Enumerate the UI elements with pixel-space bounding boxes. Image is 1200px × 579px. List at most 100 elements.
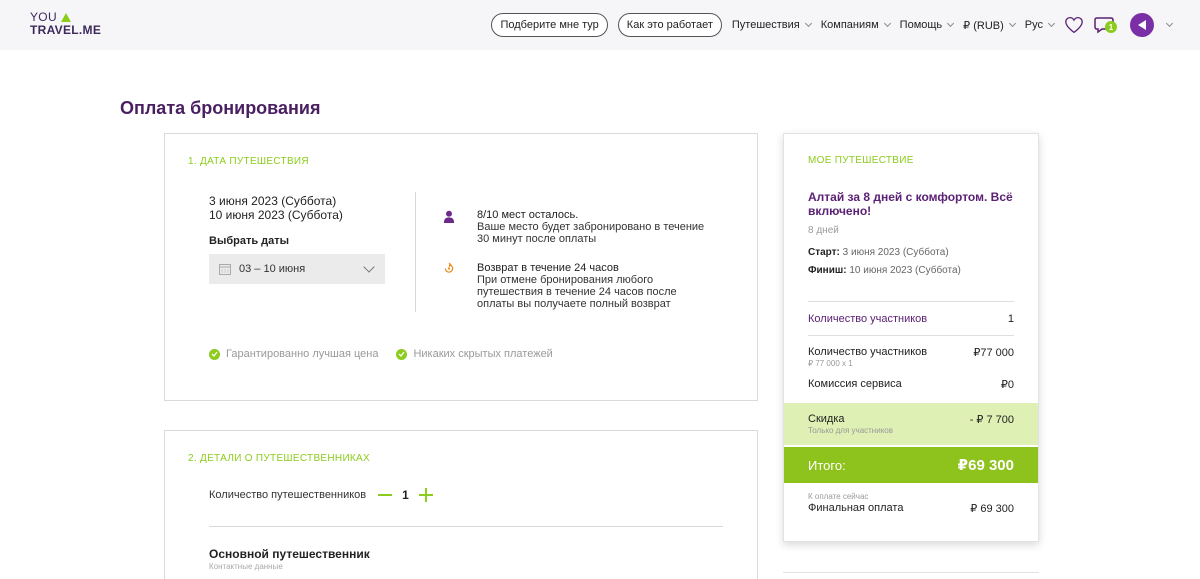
travelers-title: 2. ДЕТАЛИ О ПУТЕШЕСТВЕННИКАХ <box>188 453 370 464</box>
heart-icon[interactable] <box>1064 16 1084 34</box>
page-title: Оплата бронирования <box>120 98 321 118</box>
trip-summary: МОЕ ПУТЕШЕСТВИЕ Алтай за 8 дней с комфор… <box>783 133 1039 542</box>
person-icon <box>443 210 455 223</box>
avatar[interactable] <box>1130 13 1154 37</box>
refund-icon <box>444 263 454 273</box>
divider <box>209 526 723 527</box>
nav-item-label: Помощь <box>899 19 943 31</box>
perk-label: Гарантированно лучшая цена <box>226 348 379 360</box>
chevron-down-icon <box>883 19 891 28</box>
main-traveler-subtitle: Контактные данные <box>209 562 283 571</box>
date-range-value: 03 – 10 июня <box>239 263 306 275</box>
calendar-icon <box>219 264 231 275</box>
perk-no-hidden-fees: Никаких скрытых платежей <box>396 348 553 360</box>
nav-menu: Подберите мне тур Как это работает Путеш… <box>491 10 1174 40</box>
nav-item-language[interactable]: Рус <box>1024 19 1056 31</box>
summary-next-card <box>783 572 1039 579</box>
summary-label: МОЕ ПУТЕШЕСТВИЕ <box>808 155 914 166</box>
participants-row: Количество участников 1 <box>808 313 1014 325</box>
discount-row: Скидка - ₽ 7 700 Только для участников <box>784 403 1038 445</box>
trip-name[interactable]: Алтай за 8 дней с комфортом. Всё включен… <box>808 190 1018 218</box>
minus-icon[interactable] <box>378 494 393 496</box>
finish-label: Финиш: <box>808 265 847 276</box>
travelers-count-value: 1 <box>402 488 409 502</box>
refund-info: Возврат в течение 24 часов При отмене бр… <box>443 262 697 310</box>
trip-date-card: 1. ДАТА ПУТЕШЕСТВИЯ 3 июня 2023 (Суббота… <box>164 133 758 401</box>
logo[interactable]: YOU TRAVEL.ME <box>30 11 101 37</box>
messages-button[interactable]: 1 <box>1094 15 1120 35</box>
travelers-count-label: Количество путешественников <box>209 489 367 501</box>
main-traveler-title: Основной путешественник <box>209 547 370 561</box>
how-it-works-button[interactable]: Как это работает <box>617 13 722 37</box>
logo-text-2: TRAVEL.ME <box>30 23 102 37</box>
pick-tour-button[interactable]: Подберите мне тур <box>491 13 608 37</box>
price-value: ₽77 000 <box>973 347 1014 359</box>
seats-info: 8/10 мест осталось. Ваше место будет заб… <box>443 209 717 245</box>
travelers-count-stepper: Количество путешественников 1 <box>209 488 433 502</box>
plus-icon[interactable] <box>418 488 433 502</box>
total-row: Итого: ₽69 300 <box>784 447 1038 483</box>
refund-title: Возврат в течение 24 часов <box>477 262 619 274</box>
chevron-down-icon <box>1047 19 1056 28</box>
logo-triangle-icon <box>60 13 71 22</box>
fee-label: Комиссия сервиса <box>808 378 902 390</box>
send-icon <box>1138 20 1146 30</box>
chevron-down-icon <box>947 19 955 28</box>
seats-title: 8/10 мест осталось. <box>477 209 579 221</box>
start-value: 3 июня 2023 (Суббота) <box>839 247 949 258</box>
nav-item-help[interactable]: Помощь <box>899 19 955 31</box>
nav-item-label: Путешествия <box>731 19 800 31</box>
trip-start-date: 3 июня 2023 (Суббота) <box>209 194 337 208</box>
price-row: Количество участников ₽77 000 <box>808 346 1014 359</box>
trip-date-title: 1. ДАТА ПУТЕШЕСТВИЯ <box>188 156 309 167</box>
nav-item-label: ₽ (RUB) <box>963 19 1004 32</box>
trip-duration: 8 дней <box>808 225 839 236</box>
discount-value: - ₽ 7 700 <box>969 414 1014 426</box>
start-label: Старт: <box>808 247 840 258</box>
trip-start: Старт: 3 июня 2023 (Суббота) <box>808 247 949 258</box>
total-label: Итого: <box>808 457 846 473</box>
chevron-down-icon <box>1008 19 1016 28</box>
price-label: Количество участников <box>808 346 928 358</box>
choose-dates-label: Выбрать даты <box>209 235 290 247</box>
date-range-select[interactable]: 03 – 10 июня <box>209 254 385 284</box>
final-label: Финальная оплата <box>808 502 904 514</box>
divider <box>415 192 416 312</box>
total-value: ₽69 300 <box>957 457 1014 474</box>
fee-value: ₽0 <box>1000 379 1014 391</box>
nav-item-label: Компаниям <box>820 19 879 31</box>
nav-item-companies[interactable]: Компаниям <box>820 19 891 31</box>
nav-item-currency[interactable]: ₽ (RUB) <box>963 19 1016 32</box>
check-circle-icon <box>209 348 220 360</box>
chat-badge: 1 <box>1105 21 1117 33</box>
discount-line: Скидка - ₽ 7 700 <box>808 413 1014 426</box>
price-breakdown: ₽ 77 000 x 1 <box>808 359 853 368</box>
perks: Гарантированно лучшая цена Никаких скрыт… <box>209 348 553 360</box>
final-payment-row: Финальная оплата ₽ 69 300 <box>808 502 1014 515</box>
pay-now-label: К оплате сейчас <box>808 492 869 501</box>
check-circle-icon <box>396 348 408 360</box>
trip-end-date: 10 июня 2023 (Суббота) <box>209 208 343 222</box>
discount-note: Только для участников <box>808 426 893 435</box>
final-value: ₽ 69 300 <box>970 503 1014 515</box>
nav-item-label: Рус <box>1024 19 1043 31</box>
participants-value: 1 <box>1007 313 1014 325</box>
finish-value: 10 июня 2023 (Суббота) <box>846 265 961 276</box>
seats-text: Ваше место будет забронировано в течение… <box>477 221 705 245</box>
chevron-down-icon <box>363 261 375 273</box>
travelers-card: 2. ДЕТАЛИ О ПУТЕШЕСТВЕННИКАХ Количество … <box>164 430 758 579</box>
nav-item-travels[interactable]: Путешествия <box>731 19 812 31</box>
fee-row: Комиссия сервиса ₽0 <box>808 378 1014 391</box>
refund-text: При отмене бронирования любого путешеств… <box>477 274 677 310</box>
chevron-down-icon <box>804 19 812 28</box>
trip-finish: Финиш: 10 июня 2023 (Суббота) <box>808 265 961 276</box>
divider <box>808 335 1014 336</box>
perk-label: Никаких скрытых платежей <box>413 348 553 360</box>
trip-dates: 3 июня 2023 (Суббота) 10 июня 2023 (Субб… <box>209 194 343 248</box>
perk-best-price: Гарантированно лучшая цена <box>209 348 378 360</box>
account-chevron-icon[interactable] <box>1165 19 1174 28</box>
divider <box>808 301 1014 302</box>
participants-label: Количество участников <box>808 313 928 325</box>
discount-label: Скидка <box>808 413 845 425</box>
top-navbar: YOU TRAVEL.ME Подберите мне тур Как это … <box>0 0 1200 50</box>
